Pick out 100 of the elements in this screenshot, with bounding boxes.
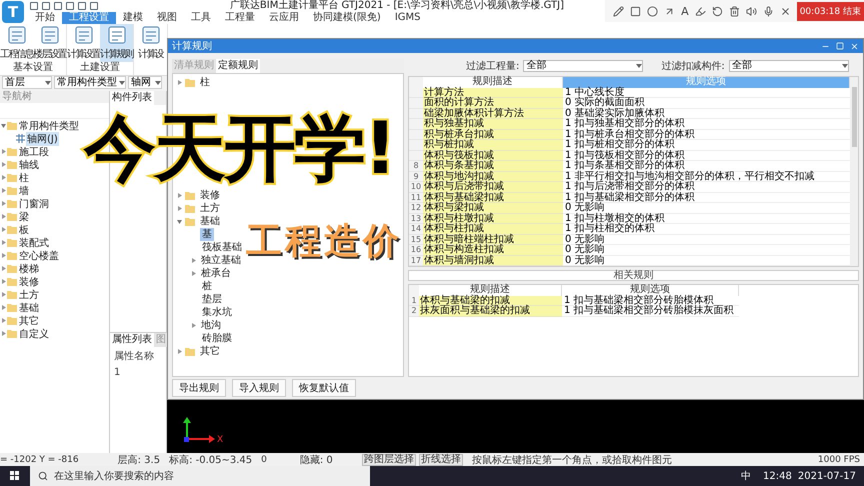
menu-tab[interactable]: 开始 xyxy=(28,12,62,24)
timer-button[interactable]: 00:03:18 结束 xyxy=(796,2,864,20)
scrollbar-thumb[interactable] xyxy=(852,87,856,147)
input-method[interactable]: 中 xyxy=(741,469,752,483)
caret-right-icon[interactable] xyxy=(1,214,6,219)
table-cell[interactable]: 1 扣与基础梁相交部分砖胎模体积 xyxy=(562,296,739,306)
trash-icon[interactable] xyxy=(728,6,740,16)
caret-right-icon[interactable] xyxy=(1,227,6,232)
tree-item[interactable]: 轴网(J) xyxy=(26,132,59,146)
caret-right-icon[interactable] xyxy=(1,162,6,167)
maximize-icon[interactable] xyxy=(836,42,844,50)
speaker-icon[interactable] xyxy=(746,6,757,16)
table-cell[interactable]: 1 扣与条基相交部分的体积 xyxy=(563,161,850,172)
table-cell[interactable]: 0 无影响 xyxy=(563,245,850,256)
ribbon-button[interactable]: 计算设置 xyxy=(67,24,100,62)
caret-right-icon[interactable] xyxy=(1,318,6,323)
caret-right-icon[interactable] xyxy=(191,258,196,263)
caret-right-icon[interactable] xyxy=(1,240,6,245)
arrow-icon[interactable] xyxy=(664,6,676,16)
table-cell[interactable]: 0 实际的截面面积 xyxy=(563,98,850,108)
panel-tab[interactable]: 构件列表 xyxy=(110,91,154,105)
table-cell[interactable]: 1 扣与柱墩相交的体积 xyxy=(563,214,850,224)
tree-item[interactable]: 其它 xyxy=(198,345,222,358)
ribbon-button[interactable]: 楼层设置 xyxy=(33,24,66,62)
tree-item[interactable]: 垫层 xyxy=(200,293,224,306)
tree-item[interactable]: 板 xyxy=(18,222,30,236)
tree-item[interactable]: 筏板基础 xyxy=(200,241,244,254)
close-icon[interactable] xyxy=(780,6,791,16)
tree-item[interactable]: 装修 xyxy=(18,274,40,288)
ribbon-button[interactable]: 工程信息 xyxy=(0,24,33,62)
tree-item[interactable]: 土方 xyxy=(18,288,40,302)
table-cell[interactable]: 1 扣与筏板相交部分的体积 xyxy=(563,150,850,161)
dialog-button[interactable]: 恢复默认值 xyxy=(292,379,356,397)
caret-right-icon[interactable] xyxy=(1,175,6,180)
caret-right-icon[interactable] xyxy=(1,188,6,193)
caret-right-icon[interactable] xyxy=(1,266,6,271)
tree-item[interactable]: 空心楼盖 xyxy=(18,248,60,262)
tree-item[interactable]: 自定义 xyxy=(18,326,50,340)
tree-item[interactable]: 桩 xyxy=(200,280,214,293)
circle-icon[interactable] xyxy=(647,6,658,16)
tree-item[interactable]: 独立基础 xyxy=(199,254,243,267)
tree-item[interactable]: 施工段 xyxy=(18,144,50,158)
dropdown[interactable]: 首层 xyxy=(2,76,52,89)
tree-item[interactable]: 梁 xyxy=(18,210,30,224)
tree-item[interactable]: 柱 xyxy=(198,76,212,89)
tree-item[interactable]: 装修 xyxy=(198,189,222,202)
tree-item[interactable]: 楼梯 xyxy=(18,262,40,276)
tree-item[interactable]: 柱 xyxy=(18,170,30,184)
tree-item[interactable]: 基 xyxy=(200,228,214,241)
ribbon-button[interactable]: 计算设 xyxy=(134,24,167,62)
table-cell[interactable]: 0 基础梁实际加腋体积 xyxy=(563,108,850,119)
table-cell[interactable]: 1 中心线长度 xyxy=(563,88,850,98)
dialog-button[interactable]: 导出规则 xyxy=(172,379,226,397)
tree-item[interactable]: 砖胎膜 xyxy=(200,332,234,345)
table-cell[interactable]: 1 扣与后浇带相交部分的体积 xyxy=(563,182,850,192)
table-cell[interactable]: 0 无影响 xyxy=(563,234,850,245)
highlighter-icon[interactable] xyxy=(694,6,706,16)
dropdown[interactable]: 常用构件类型 xyxy=(54,76,126,89)
caret-right-icon[interactable] xyxy=(177,349,182,354)
square-icon[interactable] xyxy=(630,6,642,16)
menu-tab[interactable]: 云应用 xyxy=(262,12,306,24)
caret-right-icon[interactable] xyxy=(1,279,6,284)
caret-right-icon[interactable] xyxy=(1,292,6,297)
dropdown[interactable]: 轴网 xyxy=(128,76,162,89)
select-tool-button[interactable]: 跨图层选择 xyxy=(362,454,416,466)
tree-item[interactable]: 其它 xyxy=(18,314,40,328)
pencil-icon[interactable] xyxy=(613,6,624,16)
menu-tab[interactable]: 视图 xyxy=(150,12,184,24)
tree-item[interactable]: 桩承台 xyxy=(199,267,233,280)
table-cell[interactable]: 1 扣与独基相交部分的体积 xyxy=(563,119,850,130)
table-cell[interactable]: 1 扣与基础梁相交部分的体积 xyxy=(563,192,850,203)
tree-item[interactable]: 装配式 xyxy=(18,236,50,250)
table-cell[interactable]: 0 无影响 xyxy=(563,203,850,214)
filter-dropdown[interactable]: 全部 xyxy=(523,60,644,72)
tree-item[interactable]: 土方 xyxy=(198,202,222,215)
tree-item[interactable]: 门窗洞 xyxy=(18,196,50,210)
table-cell[interactable]: 0 无影响 xyxy=(563,256,850,266)
table-cell[interactable]: 1 非平行相交扣与地沟相交部分的体积，平行相交不扣减 xyxy=(563,172,850,182)
caret-right-icon[interactable] xyxy=(177,206,182,211)
caret-right-icon[interactable] xyxy=(191,271,196,276)
text-tool[interactable]: A xyxy=(681,4,689,18)
table-cell[interactable]: 1 扣与桩相交部分的体积 xyxy=(563,140,850,150)
menu-tab[interactable]: 协同建模(限免) xyxy=(306,12,388,24)
table-cell[interactable]: 1 扣与基础梁相交部分砖胎模抹灰面积 xyxy=(562,306,739,316)
tree-item[interactable]: 基础 xyxy=(198,215,222,228)
undo-icon[interactable] xyxy=(712,6,723,16)
caret-down-icon[interactable] xyxy=(177,219,182,224)
dialog-button[interactable]: 导入规则 xyxy=(232,379,286,397)
search-field[interactable]: 在这里输入你要搜索的内容 xyxy=(30,466,370,486)
menu-tab[interactable]: 建模 xyxy=(116,12,150,24)
tree-item[interactable]: 轴线 xyxy=(18,158,40,172)
tree-item[interactable]: 地沟 xyxy=(199,319,223,332)
caret-right-icon[interactable] xyxy=(191,323,196,328)
table-cell[interactable]: 1 扣与桩承台相交部分的体积 xyxy=(563,130,850,140)
microphone-icon[interactable] xyxy=(762,6,774,16)
close-icon[interactable] xyxy=(850,42,859,50)
caret-right-icon[interactable] xyxy=(1,331,6,336)
menu-tab[interactable]: 工程量 xyxy=(218,12,262,24)
dialog-tab[interactable]: 定额规则 xyxy=(216,59,260,73)
caret-right-icon[interactable] xyxy=(1,149,6,154)
